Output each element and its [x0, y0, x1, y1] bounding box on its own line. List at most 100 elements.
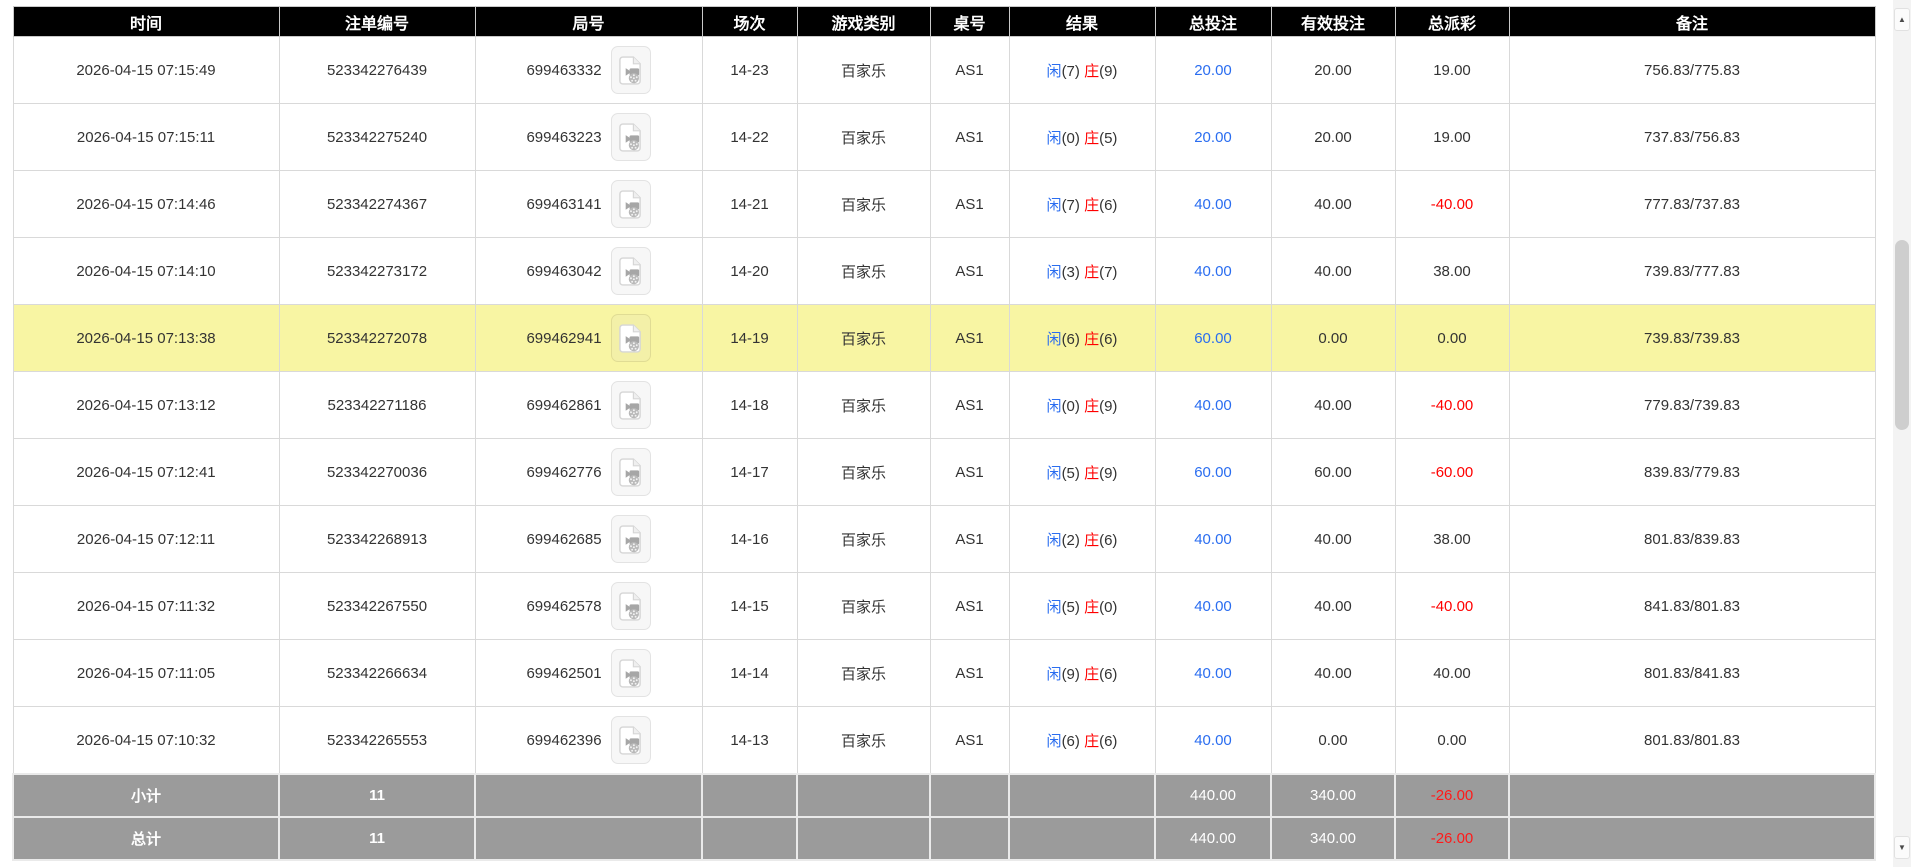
summary-empty-cell: [701, 816, 798, 861]
video-replay-button[interactable]: [610, 448, 651, 496]
result-banker-label: 庄: [1084, 330, 1100, 348]
cell-total-bet[interactable]: 20.00: [1154, 36, 1272, 104]
cell-bet-id: 523342273172: [278, 237, 476, 305]
cell-bet-id: 523342271186: [278, 371, 476, 439]
result-player-label: 闲: [1046, 129, 1062, 147]
cell-total-payout: 0.00: [1394, 706, 1510, 775]
cell-table-no: AS1: [929, 371, 1010, 439]
cell-game-type: 百家乐: [796, 103, 931, 171]
video-camera-icon: [619, 256, 641, 286]
cell-round-id: 699462776: [474, 438, 703, 506]
result-banker-score: (0): [1099, 598, 1118, 616]
cell-table-no: AS1: [929, 438, 1010, 506]
summary-empty-cell: [701, 773, 798, 818]
video-replay-button[interactable]: [610, 515, 651, 563]
result-banker-label: 庄: [1084, 196, 1100, 214]
cell-session: 14-20: [701, 237, 798, 305]
cell-valid-bet: 40.00: [1270, 572, 1396, 640]
video-replay-button[interactable]: [610, 113, 651, 161]
result-player-label: 闲: [1046, 464, 1062, 482]
cell-session: 14-16: [701, 505, 798, 573]
cell-bet-id: 523342266634: [278, 639, 476, 707]
round-id-value: 699462396: [526, 731, 602, 749]
cell-total-bet[interactable]: 20.00: [1154, 103, 1272, 171]
summary-label: 小计: [12, 773, 280, 818]
cell-session: 14-22: [701, 103, 798, 171]
result-banker-label: 庄: [1084, 732, 1100, 750]
cell-total-bet[interactable]: 60.00: [1154, 304, 1272, 372]
scroll-down-button[interactable]: ▼: [1894, 836, 1910, 859]
cell-valid-bet: 0.00: [1270, 304, 1396, 372]
result-player-score: (0): [1061, 129, 1080, 147]
summary-empty-cell: [796, 773, 931, 818]
cell-round-id: 699463332: [474, 36, 703, 104]
cell-total-bet[interactable]: 40.00: [1154, 639, 1272, 707]
cell-total-bet[interactable]: 40.00: [1154, 237, 1272, 305]
video-replay-button[interactable]: [610, 314, 651, 362]
round-id-value: 699462776: [526, 463, 602, 481]
video-camera-icon: [619, 524, 641, 554]
round-id-wrap: 699462941: [526, 314, 651, 362]
summary-count: 11: [278, 816, 476, 861]
col-header-bet_id: 注单编号: [278, 6, 476, 37]
result-banker-label: 庄: [1084, 464, 1100, 482]
cell-session: 14-13: [701, 706, 798, 775]
cell-result: 闲(0) 庄(9): [1008, 371, 1156, 439]
result-banker-score: (9): [1099, 62, 1118, 80]
cell-total-bet[interactable]: 40.00: [1154, 706, 1272, 775]
col-header-total_bet: 总投注: [1154, 6, 1272, 37]
video-replay-button[interactable]: [610, 180, 651, 228]
cell-time: 2026-04-15 07:13:38: [12, 304, 280, 372]
cell-round-id: 699462578: [474, 572, 703, 640]
cell-total-payout: -40.00: [1394, 572, 1510, 640]
cell-remark: 801.83/839.83: [1508, 505, 1876, 573]
cell-total-bet[interactable]: 60.00: [1154, 438, 1272, 506]
cell-remark: 739.83/739.83: [1508, 304, 1876, 372]
video-camera-icon: [619, 457, 641, 487]
cell-round-id: 699462501: [474, 639, 703, 707]
cell-bet-id: 523342276439: [278, 36, 476, 104]
video-replay-button[interactable]: [610, 716, 651, 764]
scroll-thumb[interactable]: [1895, 240, 1909, 430]
cell-round-id: 699463042: [474, 237, 703, 305]
video-replay-button[interactable]: [610, 247, 651, 295]
table-row: 2026-04-15 07:15:49 523342276439 699463332…: [12, 36, 1876, 104]
cell-total-bet[interactable]: 40.00: [1154, 572, 1272, 640]
result-player-score: (5): [1061, 464, 1080, 482]
cell-bet-id: 523342274367: [278, 170, 476, 238]
round-id-wrap: 699462861: [526, 381, 651, 429]
cell-table-no: AS1: [929, 170, 1010, 238]
result-banker-score: (7): [1099, 263, 1118, 281]
cell-result: 闲(7) 庄(9): [1008, 36, 1156, 104]
result-player-score: (9): [1061, 665, 1080, 683]
cell-session: 14-15: [701, 572, 798, 640]
round-id-wrap: 699463223: [526, 113, 651, 161]
summary-empty-cell: [474, 816, 703, 861]
cell-bet-id: 523342275240: [278, 103, 476, 171]
cell-total-bet[interactable]: 40.00: [1154, 505, 1272, 573]
table-row: 2026-04-15 07:11:32 523342267550 699462578…: [12, 572, 1876, 640]
cell-total-bet[interactable]: 40.00: [1154, 371, 1272, 439]
video-camera-icon: [619, 189, 641, 219]
summary-empty-cell: [929, 816, 1010, 861]
cell-remark: 737.83/756.83: [1508, 103, 1876, 171]
summary-remark: [1508, 816, 1876, 861]
col-header-round_id: 局号: [474, 6, 703, 37]
cell-total-bet[interactable]: 40.00: [1154, 170, 1272, 238]
cell-game-type: 百家乐: [796, 237, 931, 305]
vertical-scrollbar[interactable]: ▲ ▼: [1893, 0, 1911, 867]
video-replay-button[interactable]: [610, 649, 651, 697]
result-player-label: 闲: [1046, 732, 1062, 750]
table-row: 2026-04-15 07:14:10 523342273172 699463042…: [12, 237, 1876, 305]
cell-game-type: 百家乐: [796, 572, 931, 640]
scroll-up-button[interactable]: ▲: [1894, 8, 1910, 31]
video-replay-button[interactable]: [610, 381, 651, 429]
video-replay-button[interactable]: [610, 46, 651, 94]
summary-empty-cell: [1008, 816, 1156, 861]
cell-remark: 801.83/841.83: [1508, 639, 1876, 707]
cell-time: 2026-04-15 07:11:32: [12, 572, 280, 640]
cell-game-type: 百家乐: [796, 170, 931, 238]
table-row: 2026-04-15 07:15:11 523342275240 699463223…: [12, 103, 1876, 171]
video-replay-button[interactable]: [610, 582, 651, 630]
summary-empty-cell: [929, 773, 1010, 818]
